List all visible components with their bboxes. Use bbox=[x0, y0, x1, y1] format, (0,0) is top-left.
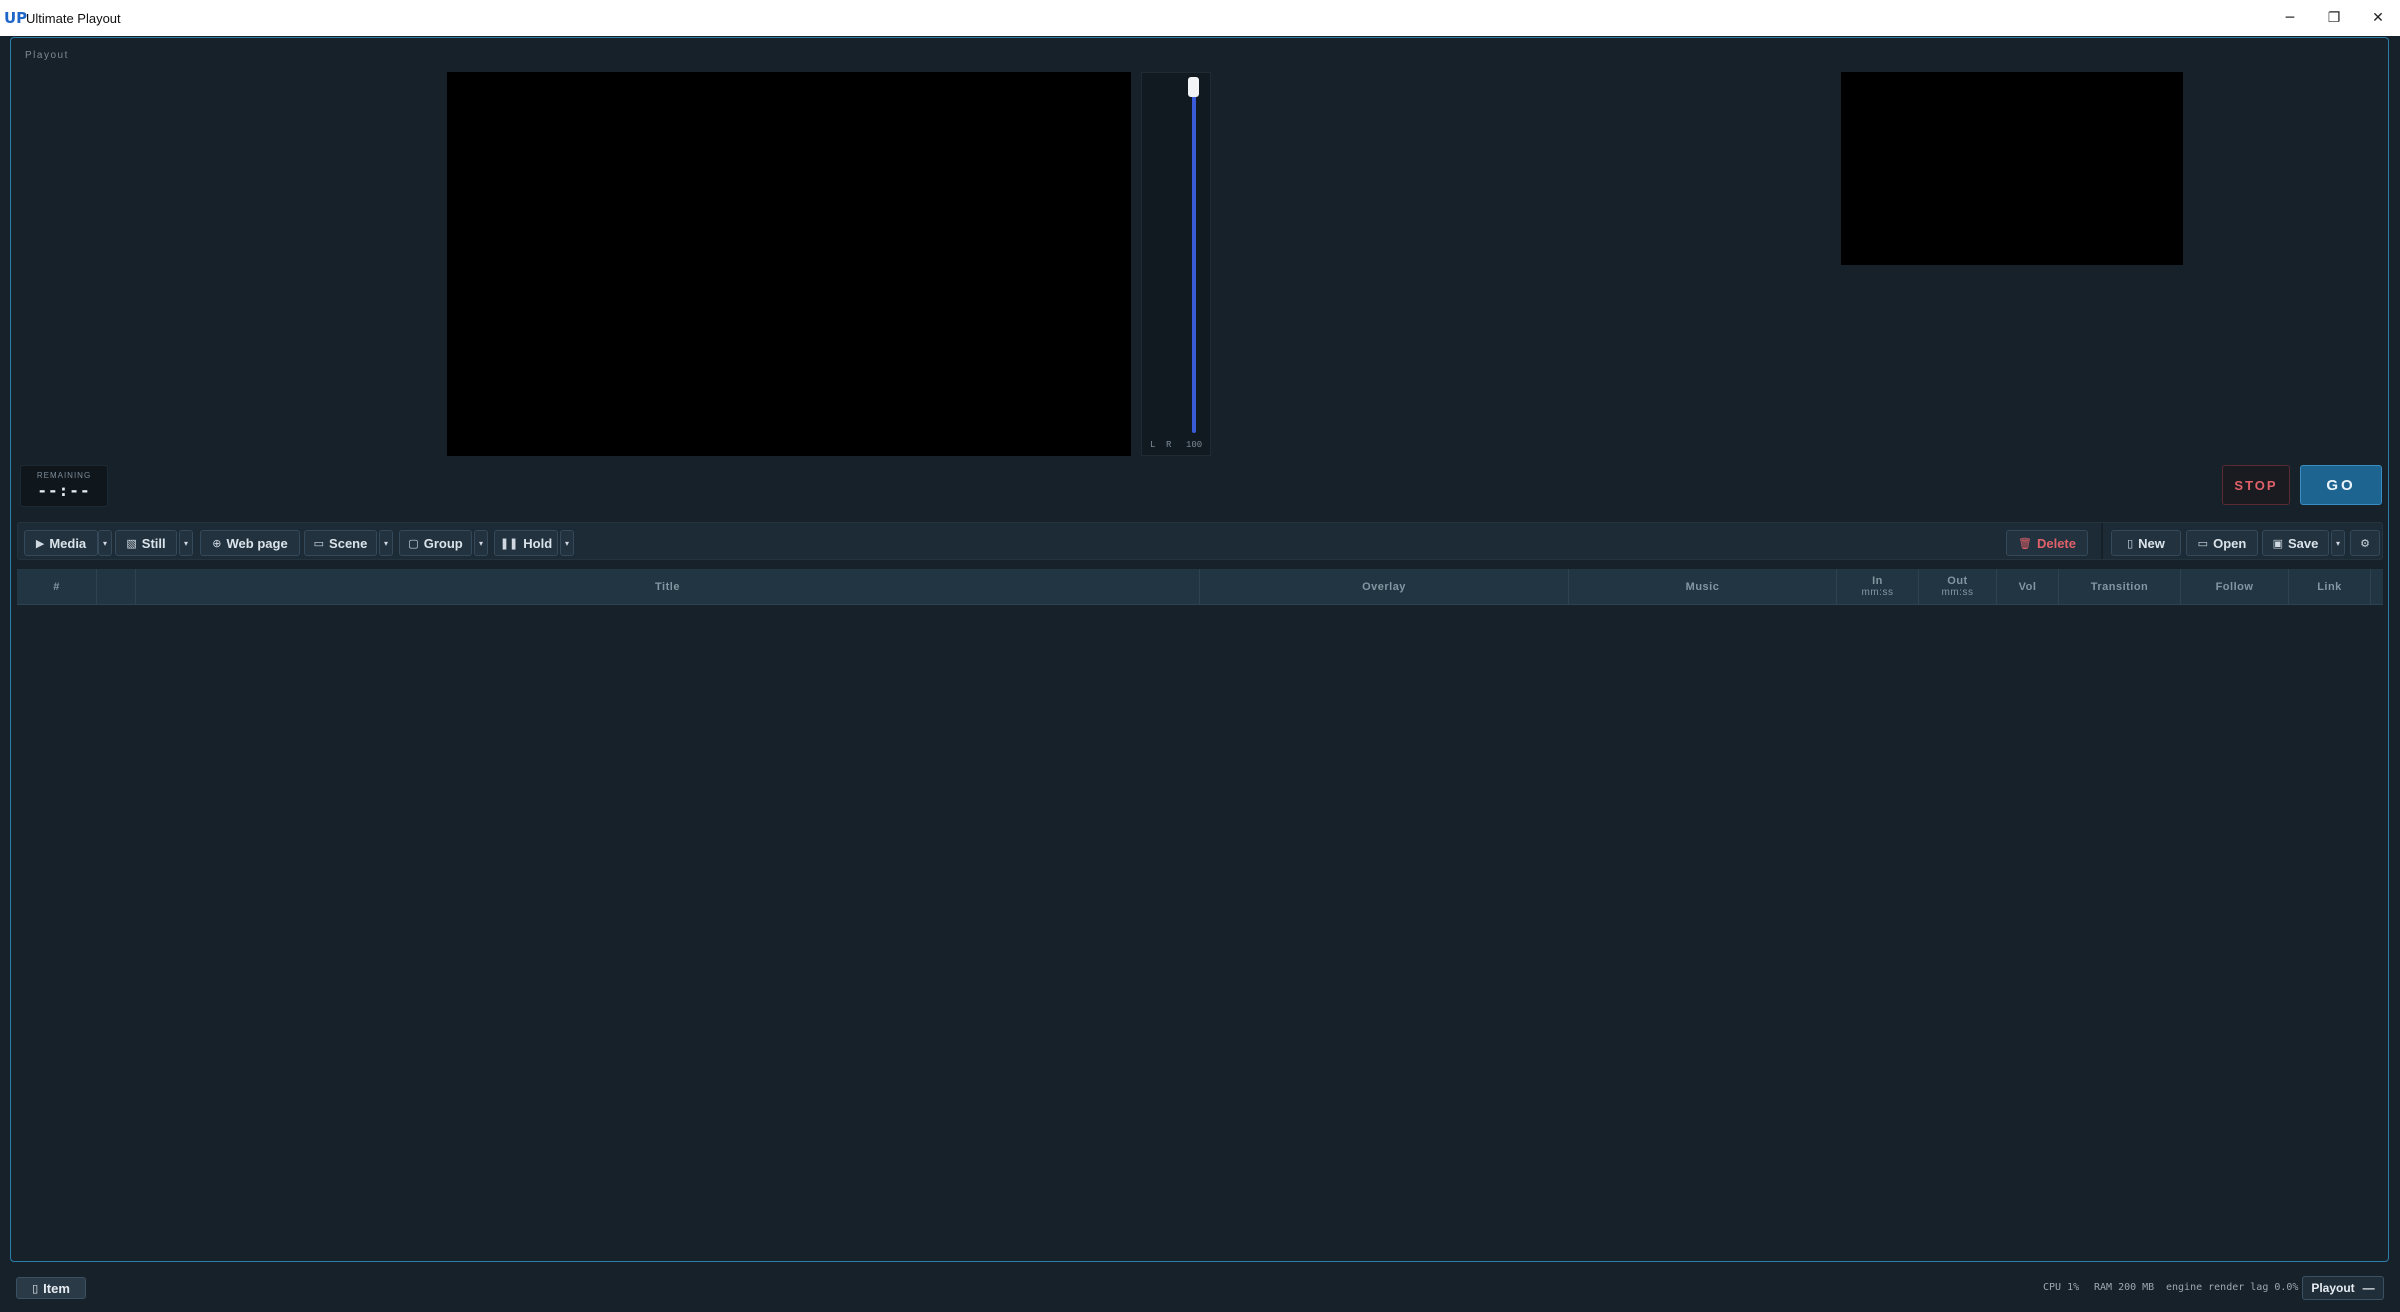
window-controls: ─ ❐ ✕ bbox=[2268, 0, 2400, 36]
item-button[interactable]: ▯ Item bbox=[16, 1277, 86, 1299]
column-out-label: Out bbox=[1947, 575, 1968, 587]
column-overlay[interactable]: Overlay bbox=[1200, 569, 1569, 605]
new-label: New bbox=[2138, 535, 2165, 551]
render-lag: engine render lag 0.0% bbox=[2166, 1282, 2299, 1293]
column-number[interactable]: # bbox=[17, 569, 97, 605]
open-playlist-button[interactable]: ▭ Open bbox=[2186, 530, 2258, 556]
toolbar-divider bbox=[2101, 523, 2103, 559]
folder-open-icon: ▭ bbox=[2197, 536, 2209, 550]
delete-button[interactable]: 🗑 Delete bbox=[2006, 530, 2088, 556]
trash-icon: 🗑 bbox=[2018, 536, 2032, 550]
open-label: Open bbox=[2213, 535, 2247, 551]
audio-meter: L R 100 bbox=[1141, 72, 1211, 456]
gear-icon: ⚙ bbox=[2360, 536, 2370, 550]
panel-label: Playout bbox=[25, 50, 69, 61]
new-playlist-button[interactable]: ▯ New bbox=[2111, 530, 2181, 556]
column-in-unit: mm:ss bbox=[1861, 587, 1894, 598]
column-in-label: In bbox=[1872, 575, 1883, 587]
playout-label: Playout bbox=[2311, 1281, 2355, 1295]
column-transition[interactable]: Transition bbox=[2059, 569, 2181, 605]
close-icon: ✕ bbox=[2372, 10, 2384, 26]
pause-icon: ❚❚ bbox=[499, 536, 519, 550]
volume-slider-track[interactable] bbox=[1192, 77, 1196, 433]
ram-usage: RAM 200 MB bbox=[2094, 1282, 2155, 1293]
restore-icon: ❐ bbox=[2327, 10, 2341, 26]
meter-left-label: L bbox=[1150, 440, 1156, 450]
play-icon: ▶ bbox=[35, 536, 45, 550]
column-thumbnail bbox=[97, 569, 136, 605]
add-hold-button[interactable]: ❚❚ Hold bbox=[494, 530, 558, 556]
item-toolbar: ▶ Media ▾ ▧ Still ▾ ⊕ Web page ▭ Scene ▾… bbox=[17, 522, 2383, 560]
file-icon: ▯ bbox=[32, 1281, 39, 1295]
status-bar: ▯ Item CPU 1% RAM 200 MB engine render l… bbox=[0, 1266, 2400, 1312]
window-title: Ultimate Playout bbox=[26, 10, 121, 26]
close-button[interactable]: ✕ bbox=[2356, 0, 2400, 36]
secondary-preview bbox=[1841, 72, 2183, 265]
save-icon: ▣ bbox=[2272, 536, 2284, 550]
remaining-time: --:-- bbox=[37, 481, 91, 500]
column-out-unit: mm:ss bbox=[1941, 587, 1974, 598]
app-frame: Playout L R 100 REMAINING --:-- STOP GO … bbox=[0, 36, 2400, 1312]
minimize-button[interactable]: ─ bbox=[2268, 0, 2312, 36]
column-vol[interactable]: Vol bbox=[1997, 569, 2059, 605]
add-webpage-button[interactable]: ⊕ Web page bbox=[200, 530, 300, 556]
app-logo: UP bbox=[4, 9, 28, 27]
cpu-usage: CPU 1% bbox=[2043, 1282, 2080, 1293]
remaining-timer: REMAINING --:-- bbox=[20, 465, 108, 507]
add-group-button[interactable]: ▢ Group bbox=[399, 530, 472, 556]
add-media-button[interactable]: ▶ Media bbox=[24, 530, 98, 556]
column-follow[interactable]: Follow bbox=[2181, 569, 2289, 605]
add-group-label: Group bbox=[423, 535, 463, 551]
column-in[interactable]: In mm:ss bbox=[1837, 569, 1919, 605]
item-label: Item bbox=[43, 1280, 70, 1296]
folder-icon: ▢ bbox=[408, 536, 419, 550]
scene-dropdown-button[interactable]: ▾ bbox=[379, 530, 393, 556]
window-titlebar: UP Ultimate Playout ─ ❐ ✕ bbox=[0, 0, 2400, 36]
group-dropdown-button[interactable]: ▾ bbox=[474, 530, 488, 556]
file-icon: ▯ bbox=[2127, 536, 2134, 550]
add-still-label: Still bbox=[141, 535, 166, 551]
add-scene-button[interactable]: ▭ Scene bbox=[304, 530, 377, 556]
save-dropdown-button[interactable]: ▾ bbox=[2331, 530, 2345, 556]
column-link[interactable]: Link bbox=[2289, 569, 2371, 605]
hold-dropdown-button[interactable]: ▾ bbox=[560, 530, 574, 556]
playout-view-button[interactable]: Playout — bbox=[2302, 1276, 2384, 1300]
monitor-icon: ▭ bbox=[313, 536, 325, 550]
add-media-label: Media bbox=[49, 535, 87, 551]
playlist-table-header: # Title Overlay Music In mm:ss Out mm:ss… bbox=[17, 569, 2383, 605]
column-out[interactable]: Out mm:ss bbox=[1919, 569, 1997, 605]
column-music[interactable]: Music bbox=[1569, 569, 1837, 605]
add-still-button[interactable]: ▧ Still bbox=[115, 530, 177, 556]
playout-panel: Playout L R 100 REMAINING --:-- STOP GO … bbox=[10, 37, 2389, 1262]
delete-label: Delete bbox=[2036, 535, 2076, 551]
save-playlist-button[interactable]: ▣ Save bbox=[2262, 530, 2329, 556]
globe-icon: ⊕ bbox=[212, 536, 222, 550]
volume-slider-handle[interactable] bbox=[1188, 77, 1199, 97]
still-dropdown-button[interactable]: ▾ bbox=[179, 530, 193, 556]
add-scene-label: Scene bbox=[329, 535, 368, 551]
meter-right-label: R bbox=[1166, 440, 1172, 450]
media-dropdown-button[interactable]: ▾ bbox=[98, 530, 112, 556]
program-preview bbox=[447, 72, 1131, 456]
add-hold-label: Hold bbox=[523, 535, 553, 551]
settings-button[interactable]: ⚙ bbox=[2350, 530, 2380, 556]
stop-button[interactable]: STOP bbox=[2222, 465, 2290, 505]
column-title[interactable]: Title bbox=[136, 569, 1200, 605]
remaining-label: REMAINING bbox=[36, 471, 92, 480]
restore-button[interactable]: ❐ bbox=[2312, 0, 2356, 36]
image-icon: ▧ bbox=[126, 536, 137, 550]
save-label: Save bbox=[2288, 535, 2319, 551]
go-button[interactable]: GO bbox=[2300, 465, 2382, 505]
add-webpage-label: Web page bbox=[226, 535, 288, 551]
minimize-icon: ─ bbox=[2285, 10, 2295, 26]
minimize-panel-icon: — bbox=[2362, 1281, 2375, 1295]
meter-value: 100 bbox=[1186, 440, 1203, 450]
